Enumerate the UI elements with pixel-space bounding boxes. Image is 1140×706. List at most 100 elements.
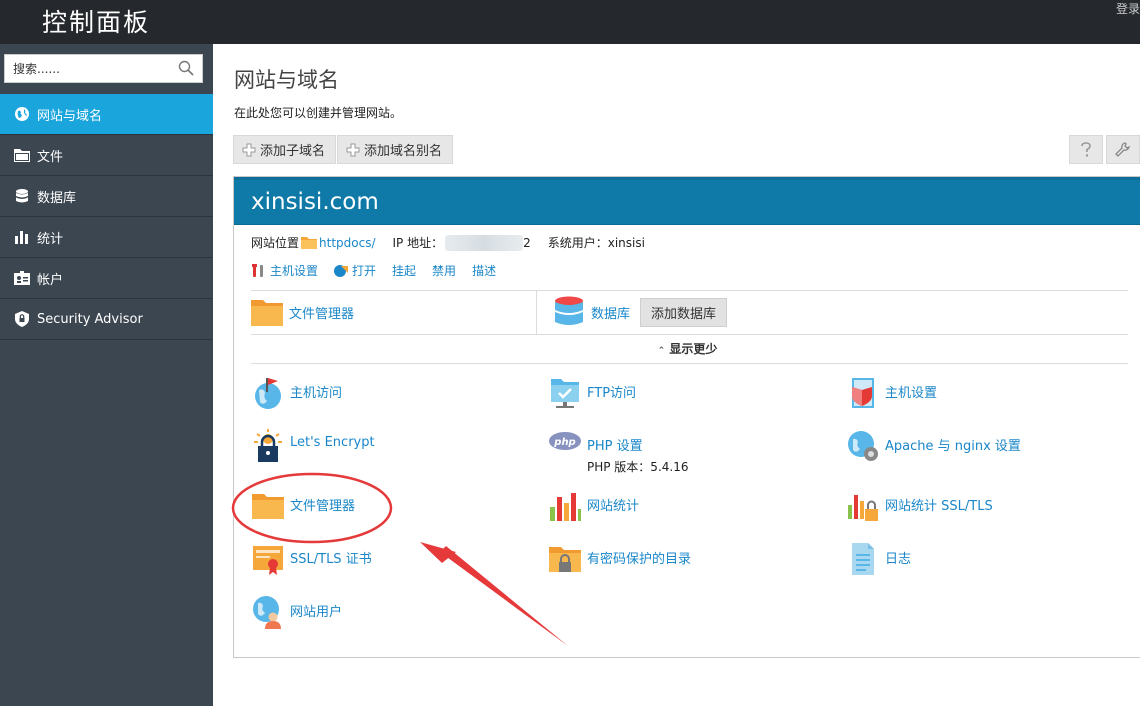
lets-encrypt-icon: [254, 429, 282, 462]
add-database-button[interactable]: 添加数据库: [640, 297, 728, 327]
tool-ftp-access[interactable]: FTP访问: [548, 376, 636, 410]
sidebar-item-label: 网站与域名: [37, 108, 103, 124]
bar-chart-icon: [14, 229, 30, 245]
divider: [251, 334, 1128, 335]
quick-file-manager[interactable]: 文件管理器: [251, 290, 537, 334]
database-link[interactable]: 数据库: [591, 303, 630, 322]
tool-label: 网站统计: [587, 499, 640, 514]
web-users-icon: [253, 596, 281, 629]
show-less-label: 显示更少: [669, 342, 718, 356]
sidebar-item-label: 帐户: [37, 272, 64, 288]
tool-ssl-certificates[interactable]: SSL/TLS 证书: [251, 542, 372, 576]
show-less-toggle[interactable]: ⌃ 显示更少: [234, 340, 1140, 357]
wrench-icon: [1115, 141, 1130, 157]
apache-nginx-icon: [848, 431, 878, 461]
quick-database: 数据库 添加数据库: [537, 290, 728, 334]
action-label: 打开: [352, 264, 377, 278]
database-icon: [555, 296, 583, 325]
id-card-icon: [14, 270, 30, 286]
tool-logs[interactable]: 日志: [846, 542, 911, 576]
tool-label: 网站用户: [290, 605, 343, 620]
location-label: 网站位置: [251, 236, 300, 250]
search-box: [4, 54, 203, 83]
divider: [251, 363, 1128, 364]
add-subdomain-label: 添加子域名: [260, 144, 326, 159]
web-stats-ssl-icon: [848, 495, 878, 521]
tool-label: SSL/TLS 证书: [290, 552, 372, 567]
log-icon: [852, 543, 874, 575]
add-domain-alias-button[interactable]: 添加域名别名: [337, 135, 454, 164]
description-link[interactable]: 描述: [472, 262, 496, 279]
add-domain-alias-label: 添加域名别名: [364, 144, 443, 159]
folder-icon: [301, 237, 318, 249]
tool-label: 日志: [885, 552, 912, 567]
tool-web-users[interactable]: 网站用户: [251, 595, 342, 629]
sidebar-item-label: 统计: [37, 231, 64, 247]
svg-text:php: php: [553, 437, 575, 448]
ftp-icon: [551, 379, 579, 408]
open-icon: [334, 264, 349, 277]
domain-header: xinsisi.com: [234, 177, 1140, 225]
toolbar: 添加子域名 添加域名别名: [233, 135, 454, 164]
disable-link[interactable]: 禁用: [432, 262, 456, 279]
tool-label: Let's Encrypt: [290, 435, 375, 450]
tool-hosting-access[interactable]: 主机访问: [251, 376, 342, 410]
hosting-settings-link[interactable]: 主机设置: [251, 262, 318, 279]
sidebar-item-label: 数据库: [37, 190, 77, 206]
hosting-access-icon: [255, 378, 281, 409]
sidebar-item-websites-domains[interactable]: 网站与域名: [0, 94, 213, 135]
suspend-link[interactable]: 挂起: [392, 262, 416, 279]
tool-file-manager[interactable]: 文件管理器: [251, 489, 355, 523]
sidebar-item-databases[interactable]: 数据库: [0, 176, 213, 217]
tools-icon: [252, 263, 263, 277]
tool-php-settings[interactable]: php PHP 设置 PHP 版本：5.4.16: [548, 429, 688, 475]
tool-web-stats-ssl[interactable]: 网站统计 SSL/TLS: [846, 489, 993, 523]
sidebar-item-security-advisor[interactable]: Security Advisor: [0, 299, 213, 340]
tool-lets-encrypt[interactable]: Let's Encrypt: [251, 429, 375, 463]
domain-name[interactable]: xinsisi.com: [251, 189, 379, 215]
sidebar-item-label: 文件: [37, 149, 64, 165]
search-icon[interactable]: [178, 60, 194, 76]
login-link[interactable]: 登录: [1116, 0, 1140, 17]
main-content: 网站与域名 在此处您可以创建并管理网站。 添加子域名 添加域名别名 xinsis…: [213, 44, 1140, 706]
toolbar-right: [1066, 135, 1140, 164]
add-subdomain-button[interactable]: 添加子域名: [233, 135, 337, 164]
tool-password-protected-dirs[interactable]: 有密码保护的目录: [548, 542, 691, 576]
search-input[interactable]: [5, 55, 165, 82]
sidebar: 网站与域名 文件 数据库 统计 帐户 Security Advisor: [0, 44, 213, 706]
tool-label: FTP访问: [587, 386, 637, 401]
top-bar: 控制面板 登录: [0, 0, 1140, 44]
domain-actions: 主机设置 打开 挂起 禁用 描述: [251, 262, 512, 279]
httpdocs-link[interactable]: httpdocs/: [319, 236, 375, 250]
hosting-settings-icon: [852, 378, 874, 408]
app-title: 控制面板: [42, 8, 151, 37]
plus-icon: [346, 143, 360, 156]
tool-label: 网站统计 SSL/TLS: [885, 499, 993, 514]
tool-label: 主机访问: [290, 386, 343, 401]
sidebar-item-label: Security Advisor: [37, 311, 143, 327]
help-button[interactable]: [1069, 135, 1103, 164]
quick-access-row: 文件管理器 数据库 添加数据库: [251, 290, 1128, 334]
open-link[interactable]: 打开: [334, 262, 376, 279]
question-icon: [1081, 141, 1091, 157]
sidebar-item-statistics[interactable]: 统计: [0, 217, 213, 258]
ip-tail: 2: [523, 235, 531, 250]
tool-label: Apache 与 nginx 设置: [885, 439, 1021, 454]
tool-apache-nginx[interactable]: Apache 与 nginx 设置: [846, 429, 1021, 463]
system-user-label: 系统用户：: [547, 236, 608, 250]
sidebar-item-account[interactable]: 帐户: [0, 258, 213, 299]
php-version: PHP 版本：5.4.16: [587, 460, 689, 474]
php-icon: php: [549, 432, 581, 450]
tool-label: PHP 设置: [587, 439, 643, 454]
certificate-icon: [253, 546, 283, 575]
tool-hosting-settings[interactable]: 主机设置: [846, 376, 937, 410]
tool-label: 文件管理器: [290, 499, 356, 514]
sidebar-item-files[interactable]: 文件: [0, 135, 213, 176]
domain-panel: xinsisi.com 网站位置 httpdocs/ IP 地址： 2 系统用户…: [233, 176, 1140, 658]
tool-web-stats[interactable]: 网站统计: [548, 489, 639, 523]
settings-button[interactable]: [1106, 135, 1140, 164]
shield-icon: [14, 311, 30, 327]
tool-label: 主机设置: [885, 386, 938, 401]
sidebar-nav: 网站与域名 文件 数据库 统计 帐户 Security Advisor: [0, 94, 213, 340]
web-stats-icon: [550, 493, 581, 521]
